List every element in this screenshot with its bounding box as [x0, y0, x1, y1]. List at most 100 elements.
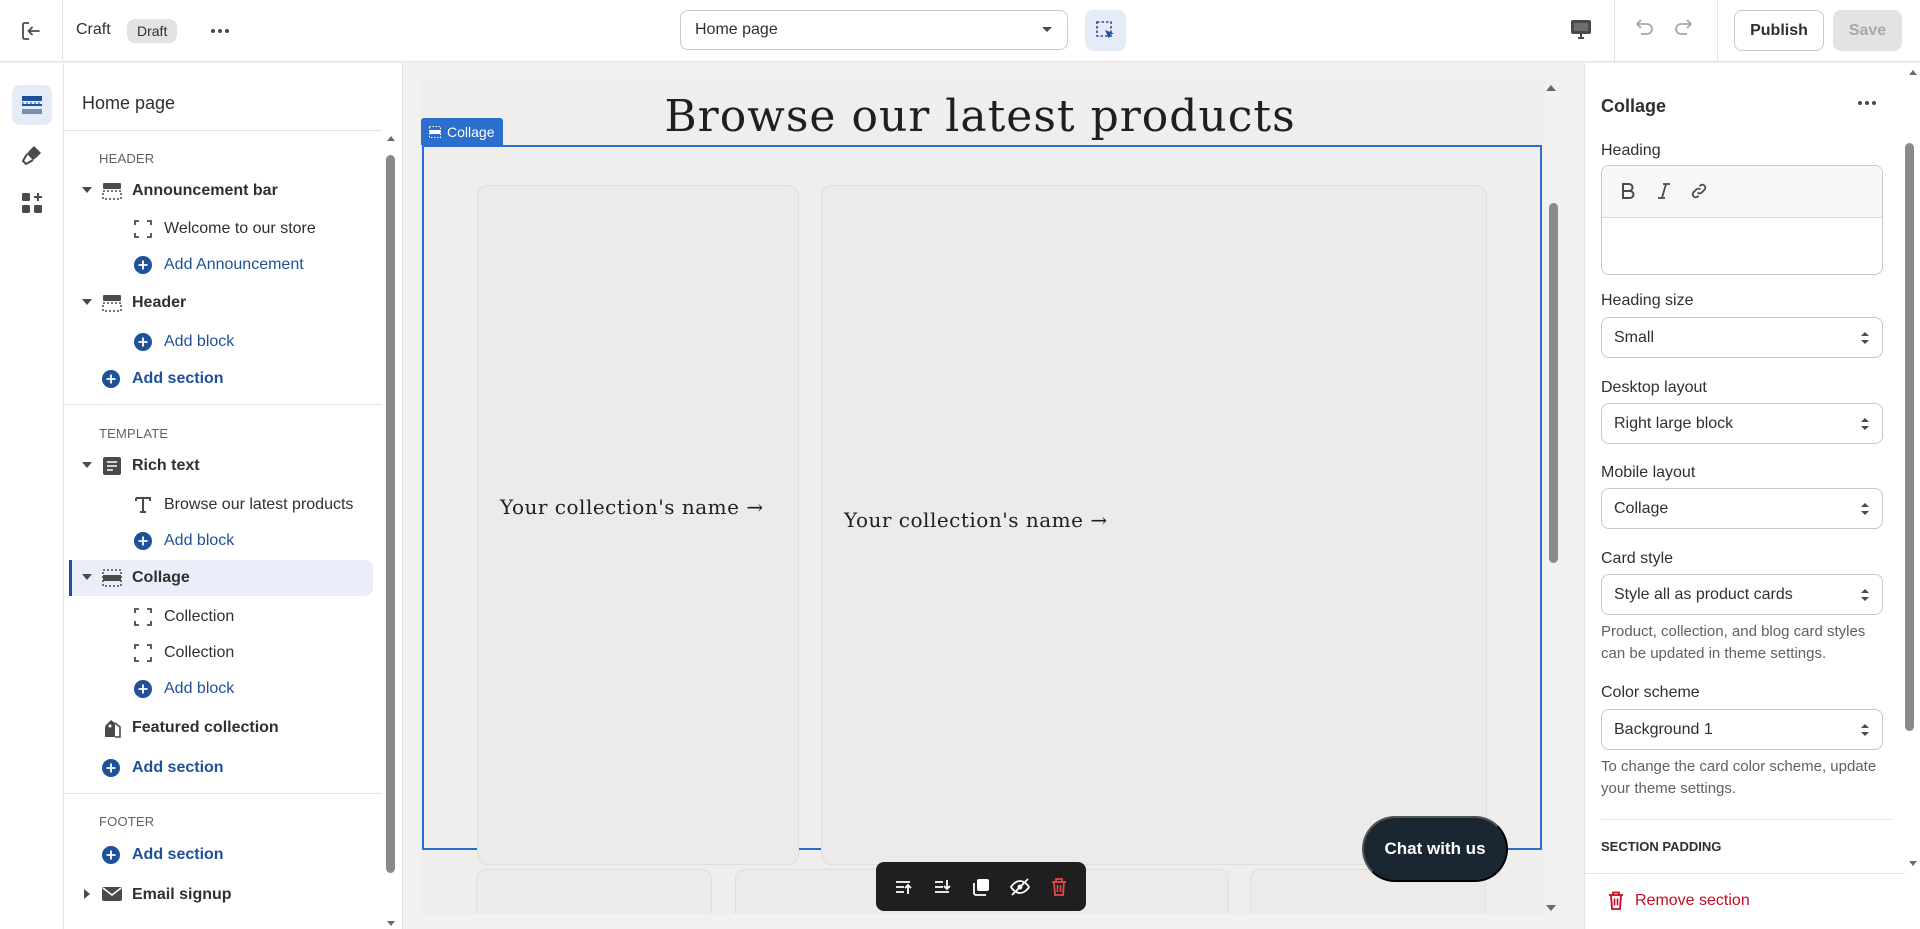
- settings-scroll-thumb[interactable]: [1905, 143, 1914, 731]
- page-selector-value: Home page: [695, 21, 778, 38]
- collage-add-block-button[interactable]: Add block: [64, 671, 366, 707]
- color-scheme-select[interactable]: Background 1: [1601, 709, 1883, 750]
- caret-down-icon: [82, 299, 92, 306]
- section-icon: [102, 569, 122, 587]
- product-card[interactable]: [476, 869, 712, 914]
- heading-size-label: Heading size: [1601, 292, 1694, 309]
- inspector-button[interactable]: [1085, 10, 1126, 51]
- theme-settings-tab[interactable]: [12, 135, 52, 175]
- color-scheme-help: To change the card color scheme, update …: [1601, 758, 1877, 797]
- divider: [64, 130, 382, 131]
- select-arrows-icon: [1860, 723, 1870, 737]
- sidebar-item-label: Add block: [164, 333, 235, 350]
- collection-card-large[interactable]: Your collection's name →: [821, 185, 1487, 865]
- caret-down-icon: [82, 187, 92, 194]
- chevron-down-icon: [1041, 26, 1053, 34]
- collection-name-link[interactable]: Your collection's name →: [844, 507, 1444, 533]
- sidebar-item-browse-latest[interactable]: Browse our latest products: [64, 487, 366, 523]
- heading-size-value: Small: [1614, 328, 1655, 346]
- sidebar-item-label: Add block: [164, 680, 235, 697]
- plus-circle-icon: [134, 680, 152, 698]
- publish-button[interactable]: Publish: [1734, 10, 1824, 51]
- divider: [1601, 819, 1893, 820]
- sidebar-item-header[interactable]: Header: [64, 285, 366, 321]
- remove-section-button[interactable]: Remove section: [1607, 891, 1750, 911]
- move-up-icon[interactable]: [892, 876, 914, 898]
- page-selector[interactable]: Home page: [680, 10, 1068, 50]
- card-style-help: Product, collection, and blog card style…: [1601, 623, 1866, 662]
- desktop-layout-select[interactable]: Right large block: [1601, 403, 1883, 444]
- collection-name-link[interactable]: Your collection's name →: [500, 494, 770, 520]
- rich-text-icon: [102, 457, 122, 475]
- desktop-view-button[interactable]: [1568, 16, 1594, 42]
- sidebar-item-announcement-bar[interactable]: Announcement bar: [64, 173, 366, 209]
- plus-circle-icon: [102, 759, 120, 777]
- sidebar-item-label: Add section: [132, 759, 224, 776]
- move-down-icon[interactable]: [931, 876, 953, 898]
- collage-section-tag[interactable]: Collage: [421, 118, 504, 145]
- card-style-select[interactable]: Style all as product cards: [1601, 574, 1883, 615]
- sections-tab[interactable]: [12, 85, 52, 125]
- sidebar-item-collection-1[interactable]: Collection: [64, 599, 366, 635]
- select-arrows-icon: [1860, 588, 1870, 602]
- editor-rail: [0, 63, 64, 929]
- footer-add-section-button[interactable]: Add section: [64, 837, 366, 873]
- sidebar-item-welcome[interactable]: Welcome to our store: [64, 211, 366, 247]
- mobile-layout-select[interactable]: Collage: [1601, 488, 1883, 529]
- link-icon[interactable]: [1689, 181, 1709, 201]
- collection-card-small[interactable]: Your collection's name →: [477, 185, 799, 865]
- more-horizontal-icon: [1855, 93, 1879, 113]
- exit-button[interactable]: [0, 0, 63, 62]
- sidebar-scroll-thumb[interactable]: [386, 155, 395, 873]
- sidebar-item-collection-2[interactable]: Collection: [64, 635, 366, 671]
- bold-icon[interactable]: [1618, 181, 1638, 201]
- rich-text-add-block-button[interactable]: Add block: [64, 523, 366, 559]
- heading-richtext-editor[interactable]: [1601, 165, 1883, 275]
- redo-button[interactable]: [1672, 16, 1698, 42]
- save-button[interactable]: Save: [1833, 10, 1902, 51]
- section-padding-heading: SECTION PADDING: [1601, 839, 1722, 854]
- duplicate-icon[interactable]: [970, 876, 992, 898]
- sections-sidebar: Home page HEADER Announcement bar Welcom…: [64, 63, 403, 929]
- heading-label: Heading: [1601, 142, 1661, 159]
- add-announcement-button[interactable]: Add Announcement: [64, 247, 366, 283]
- plus-circle-icon: [102, 370, 120, 388]
- section-tag-label: Collage: [447, 123, 495, 140]
- apps-icon: [20, 191, 44, 215]
- sidebar-item-featured-collection[interactable]: Featured collection: [64, 710, 366, 746]
- status-badge: Draft: [127, 19, 178, 43]
- undo-button[interactable]: [1630, 16, 1656, 42]
- rich-text-heading[interactable]: Browse our latest products: [420, 91, 1540, 142]
- italic-icon[interactable]: [1654, 181, 1674, 201]
- color-scheme-value: Background 1: [1614, 720, 1713, 738]
- mobile-layout-value: Collage: [1614, 499, 1669, 517]
- heading-size-select[interactable]: Small: [1601, 317, 1883, 358]
- sidebar-item-collage[interactable]: Collage: [69, 560, 373, 596]
- header-add-section-button[interactable]: Add section: [64, 361, 366, 397]
- sidebar-item-label: Header: [132, 294, 187, 311]
- caret-down-icon: [82, 574, 92, 581]
- apps-tab[interactable]: [12, 183, 52, 223]
- section-actions-button[interactable]: [1855, 93, 1879, 113]
- divider: [64, 404, 382, 405]
- caret-right-icon: [84, 889, 91, 899]
- sidebar-item-rich-text[interactable]: Rich text: [64, 448, 366, 484]
- sidebar-item-email-signup[interactable]: Email signup: [64, 877, 366, 913]
- header-add-block-button[interactable]: Add block: [64, 324, 366, 360]
- undo-icon: [1630, 16, 1656, 42]
- block-icon: [134, 644, 152, 662]
- template-add-section-button[interactable]: Add section: [64, 750, 366, 786]
- settings-title: Collage: [1601, 96, 1667, 116]
- chat-with-us-button[interactable]: Chat with us: [1362, 816, 1508, 882]
- theme-actions-button[interactable]: [206, 19, 234, 43]
- hide-icon[interactable]: [1009, 876, 1031, 898]
- trash-icon[interactable]: [1048, 876, 1070, 898]
- select-arrows-icon: [1860, 502, 1870, 516]
- group-template-label: TEMPLATE: [99, 426, 169, 441]
- plus-circle-icon: [134, 333, 152, 351]
- preview-scroll-thumb[interactable]: [1549, 203, 1558, 563]
- mobile-layout-label: Mobile layout: [1601, 464, 1696, 481]
- block-icon: [134, 220, 152, 238]
- theme-settings-icon: [20, 143, 44, 167]
- desktop-icon: [1568, 16, 1594, 42]
